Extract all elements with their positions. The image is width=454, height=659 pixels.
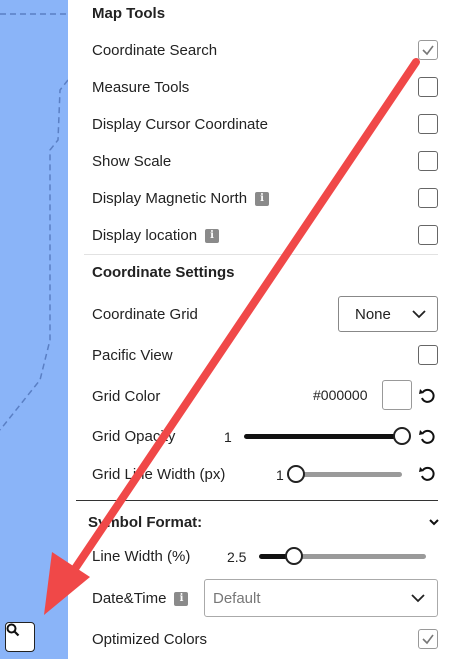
settings-panel: Map Tools Coordinate Search Measure Tool… bbox=[68, 0, 454, 659]
coordinate-search-checkbox[interactable] bbox=[418, 40, 438, 60]
optimized-colors-checkbox[interactable] bbox=[418, 629, 438, 649]
display-location-checkbox[interactable] bbox=[418, 225, 438, 245]
grid-line-width-slider-thumb[interactable] bbox=[287, 465, 305, 483]
option-label: Measure Tools bbox=[92, 79, 190, 96]
line-width-slider-track[interactable] bbox=[294, 554, 426, 559]
option-label: Display Cursor Coordinate bbox=[92, 116, 268, 133]
datetime-label: Date&Time bbox=[92, 590, 167, 607]
reset-icon[interactable] bbox=[418, 465, 436, 483]
grid-color-label: Grid Color bbox=[92, 388, 161, 405]
coordinate-grid-value: None bbox=[355, 305, 391, 323]
option-label: Display Magnetic North bbox=[92, 190, 248, 207]
grid-line-width-label: Grid Line Width (px) bbox=[92, 466, 226, 483]
grid-color-value: #000000 bbox=[313, 387, 368, 403]
grid-line-width-slider-track[interactable] bbox=[290, 472, 402, 477]
map-search-button[interactable] bbox=[5, 622, 35, 652]
grid-opacity-slider-track[interactable] bbox=[244, 434, 402, 439]
chevron-down-icon bbox=[412, 310, 426, 319]
optimized-colors-label: Optimized Colors bbox=[92, 631, 208, 648]
option-label: Coordinate Search bbox=[92, 42, 218, 59]
map-view[interactable] bbox=[0, 0, 69, 659]
grid-opacity-value: 1 bbox=[224, 429, 232, 445]
coordinate-grid-select[interactable]: None bbox=[338, 296, 438, 332]
measure-tools-checkbox[interactable] bbox=[418, 77, 438, 97]
datetime-value: Default bbox=[213, 589, 261, 607]
chevron-down-icon bbox=[411, 594, 425, 603]
option-display-location[interactable]: Display location i bbox=[92, 217, 438, 254]
symbol-format-title: Symbol Format: bbox=[88, 514, 203, 531]
coordinate-grid-label: Coordinate Grid bbox=[92, 306, 198, 323]
datetime-select[interactable]: Default bbox=[204, 579, 438, 617]
grid-line-width-value: 1 bbox=[276, 467, 284, 483]
display-magnetic-north-checkbox[interactable] bbox=[418, 188, 438, 208]
info-icon[interactable]: i bbox=[205, 228, 220, 243]
line-width-slider-thumb[interactable] bbox=[285, 547, 303, 565]
show-scale-checkbox[interactable] bbox=[418, 151, 438, 171]
grid-color-swatch[interactable] bbox=[382, 380, 412, 410]
chevron-down-icon[interactable] bbox=[429, 519, 439, 526]
option-measure-tools[interactable]: Measure Tools bbox=[92, 69, 438, 106]
map-boundary-lines bbox=[0, 13, 68, 431]
search-icon bbox=[6, 623, 20, 637]
option-coordinate-search[interactable]: Coordinate Search bbox=[92, 32, 438, 69]
map-tools-title: Map Tools bbox=[92, 5, 166, 22]
info-icon[interactable]: i bbox=[174, 591, 189, 606]
option-display-magnetic-north[interactable]: Display Magnetic North i bbox=[92, 180, 438, 217]
coordinate-settings-title: Coordinate Settings bbox=[92, 264, 235, 281]
checkmark-icon bbox=[422, 45, 434, 56]
grid-opacity-label: Grid Opacity bbox=[92, 428, 176, 445]
section-divider bbox=[84, 254, 438, 255]
grid-opacity-slider-thumb[interactable] bbox=[393, 427, 411, 445]
reset-icon[interactable] bbox=[418, 428, 436, 446]
display-cursor-coordinate-checkbox[interactable] bbox=[418, 114, 438, 134]
option-show-scale[interactable]: Show Scale bbox=[92, 143, 438, 180]
line-width-value: 2.5 bbox=[227, 549, 247, 565]
section-divider bbox=[76, 500, 438, 501]
pacific-view-row[interactable]: Pacific View bbox=[92, 337, 438, 374]
option-display-cursor-coordinate[interactable]: Display Cursor Coordinate bbox=[92, 106, 438, 143]
option-label: Display location bbox=[92, 227, 198, 244]
pacific-view-checkbox[interactable] bbox=[418, 345, 438, 365]
info-icon[interactable]: i bbox=[255, 191, 270, 206]
line-width-label: Line Width (%) bbox=[92, 548, 191, 565]
pacific-view-label: Pacific View bbox=[92, 347, 173, 364]
reset-icon[interactable] bbox=[418, 387, 436, 405]
option-label: Show Scale bbox=[92, 153, 172, 170]
optimized-colors-row[interactable]: Optimized Colors bbox=[92, 621, 438, 658]
checkmark-icon bbox=[422, 634, 434, 645]
